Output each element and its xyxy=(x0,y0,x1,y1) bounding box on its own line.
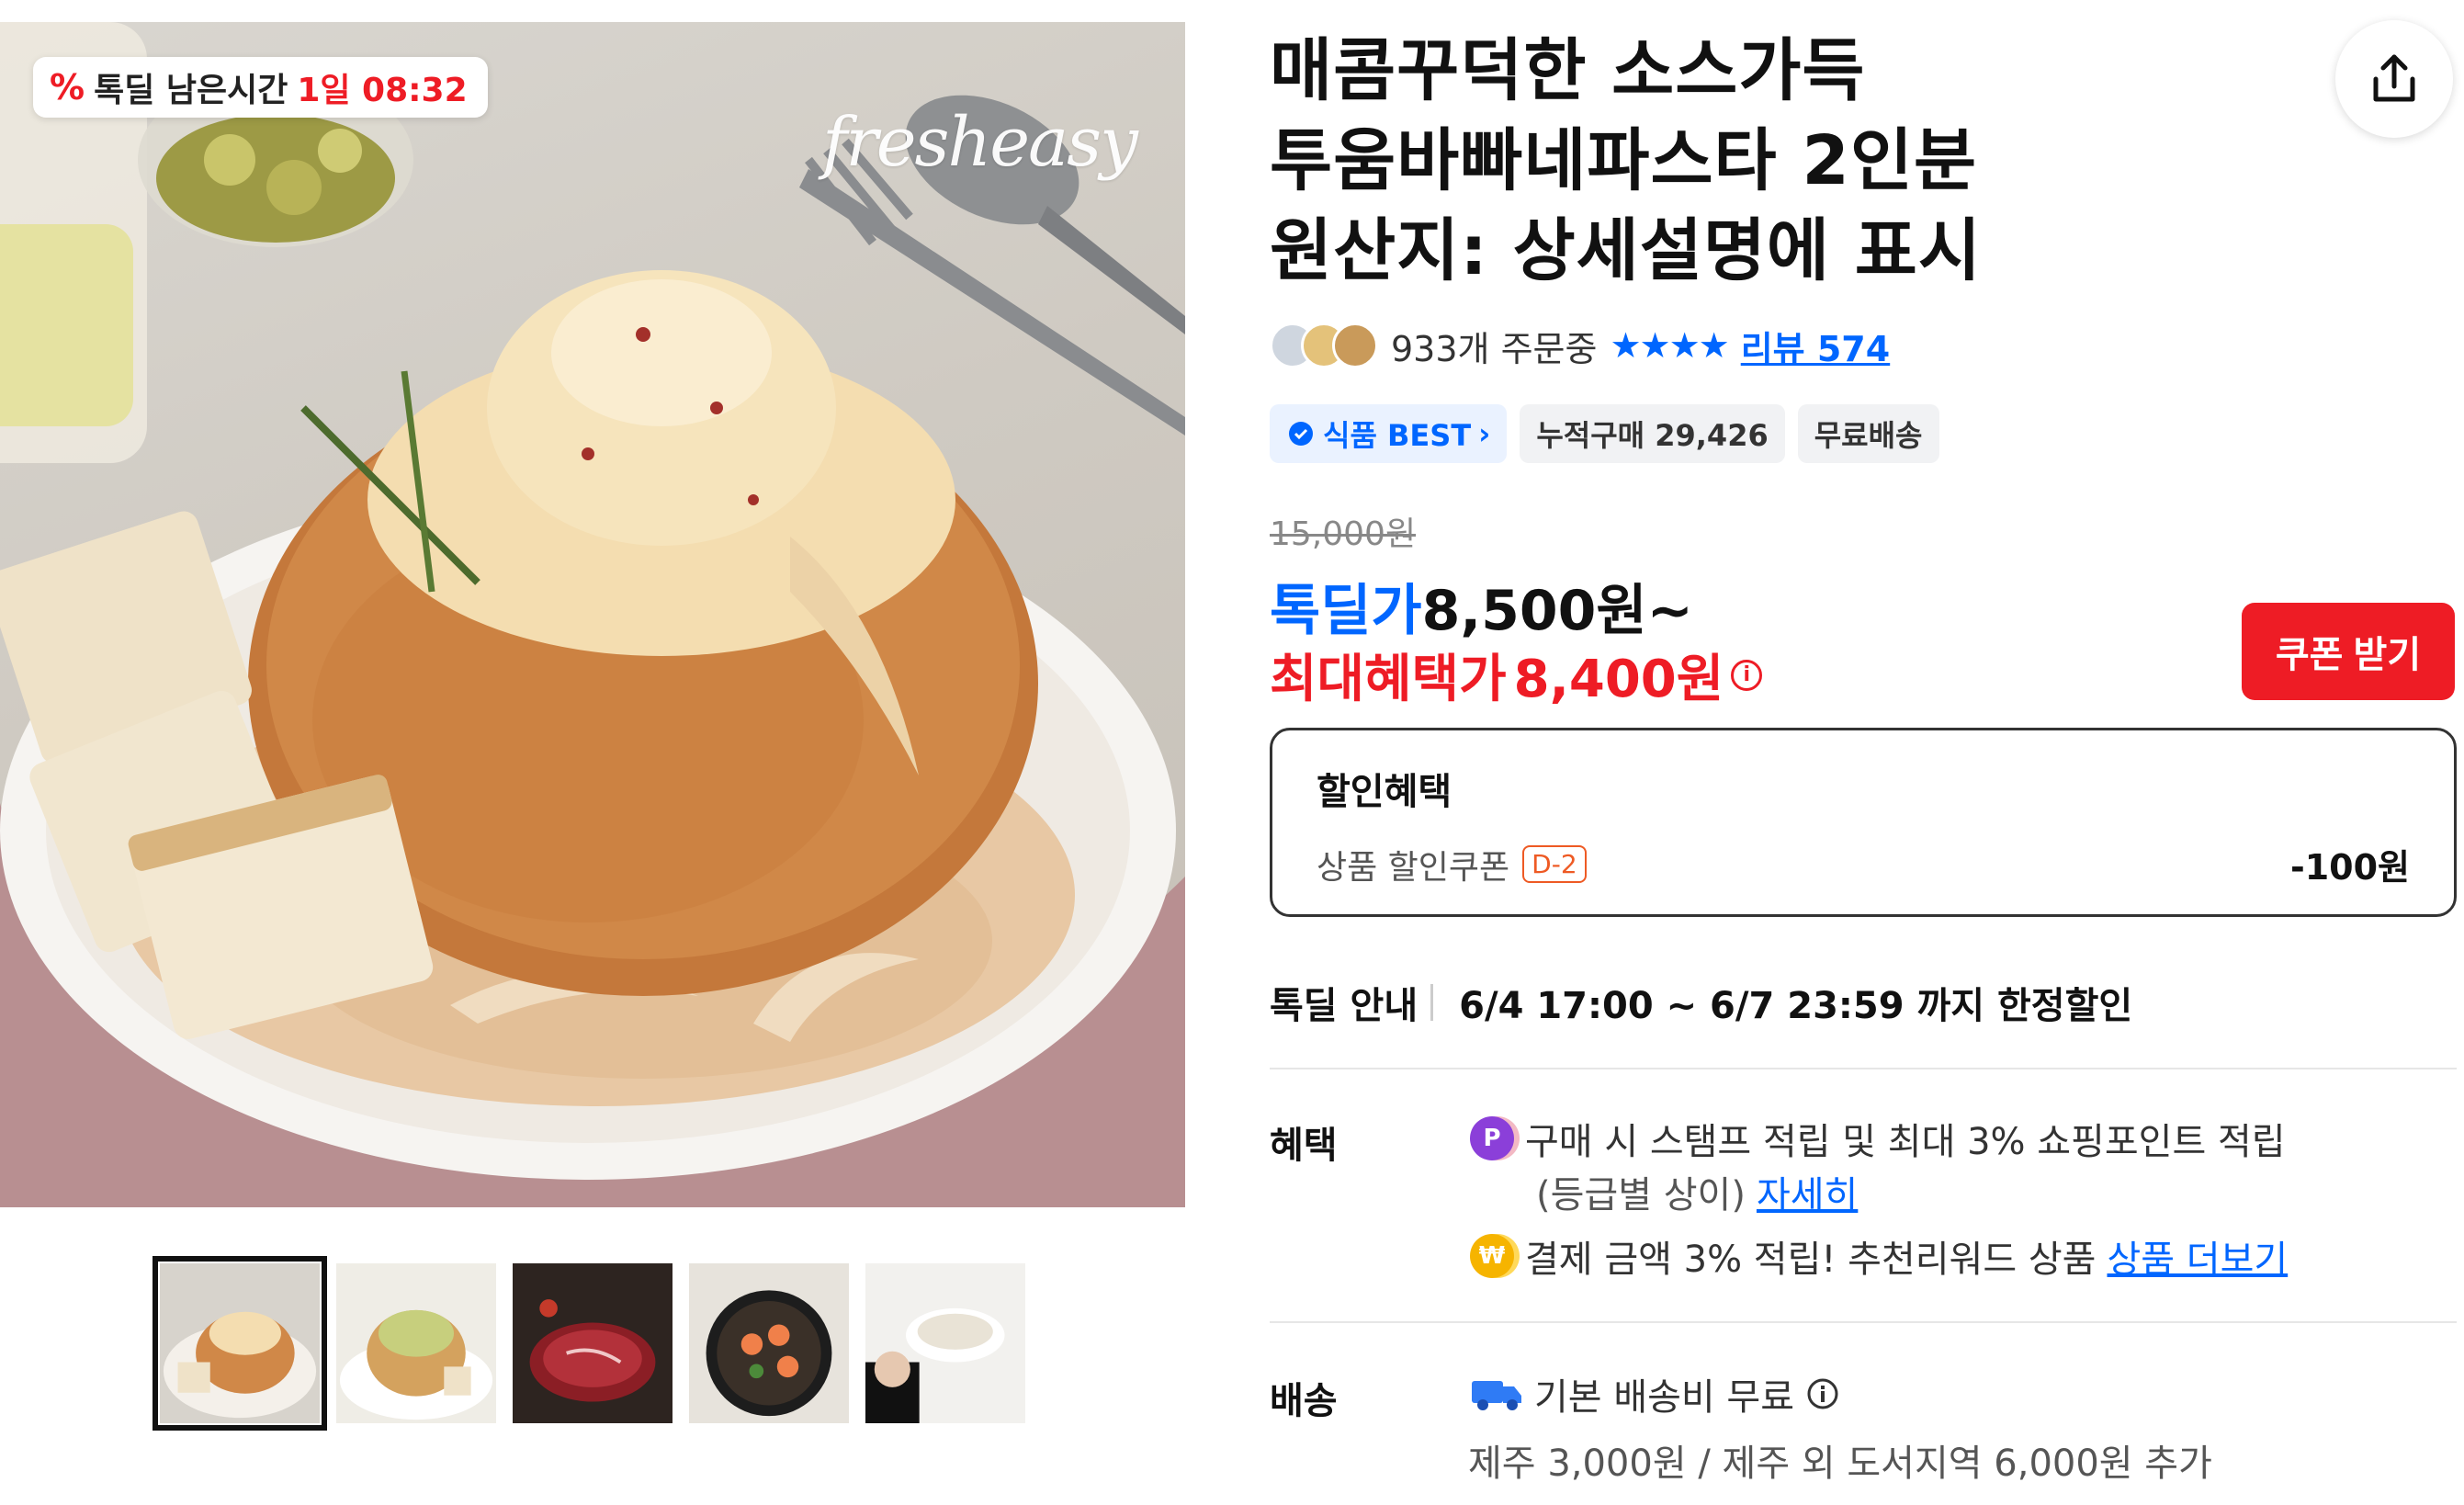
best-chip-label: 식품 BEST xyxy=(1323,418,1472,453)
free-shipping-chip: 무료배송 xyxy=(1797,404,1939,463)
deal-price-label: 톡딜가 xyxy=(1270,579,1422,643)
shipping-section-label: 배송 xyxy=(1270,1380,1338,1422)
shipping-fee-line: 기본 배송비 무료 xyxy=(1470,1367,1840,1420)
benefit-reward-line: ₩ 결제 금액 3% 적립! 추천리워드 상품 상품 더보기 xyxy=(1470,1229,2288,1283)
truck-icon xyxy=(1472,1381,1521,1410)
review-link[interactable]: 리뷰 574 xyxy=(1741,321,1890,371)
discount-coupon-row: 상품 할인쿠폰 D-2 -100원 xyxy=(1317,839,2410,889)
max-benefit-price-row: 최대혜택가 8,400원 i xyxy=(1270,638,1763,712)
deal-timer-value: 1일 08:32 xyxy=(297,72,468,109)
benefit-grade-text: (등급별 상이) xyxy=(1536,1174,1746,1216)
deal-timer-label: 톡딜 남은시간 xyxy=(94,72,288,109)
info-icon[interactable]: i xyxy=(1731,659,1763,691)
deal-price-value: 8,500원~ xyxy=(1421,579,1693,643)
info-icon[interactable] xyxy=(1805,1376,1840,1411)
discount-coupon-label: 상품 할인쿠폰 xyxy=(1317,848,1510,887)
brand-logo: fresheasy xyxy=(822,103,1138,182)
thumbnail-2[interactable] xyxy=(334,1262,498,1425)
chevron-right-icon: › xyxy=(1478,416,1491,451)
star-rating-icon: ★★★★ xyxy=(1610,325,1729,366)
dday-badge: D-2 xyxy=(1522,845,1587,883)
thumbnail-4[interactable] xyxy=(687,1262,851,1425)
discount-heading: 할인혜택 xyxy=(1317,771,1452,813)
thumbnail-strip xyxy=(153,1256,1027,1431)
discount-benefit-box: 할인혜택 상품 할인쿠폰 D-2 -100원 xyxy=(1270,728,2457,917)
won-coin-icon: ₩ xyxy=(1470,1234,1514,1278)
badge-icon xyxy=(1289,422,1313,446)
order-count: 933개 주문중 xyxy=(1391,328,1598,369)
thumbnail-1[interactable] xyxy=(153,1256,327,1431)
share-icon xyxy=(2373,54,2415,102)
deal-timer-badge: % 톡딜 남은시간 1일 08:32 xyxy=(33,57,488,118)
discount-amount: -100원 xyxy=(2289,847,2410,888)
section-divider xyxy=(1270,1321,2457,1323)
shipping-extra-line: 제주 3,000원 / 제주 외 도서지역 6,000원 추가 xyxy=(1468,1433,2212,1487)
thumbnail-3[interactable] xyxy=(511,1262,674,1425)
benefit-section-label: 혜택 xyxy=(1270,1125,1338,1167)
product-title-line-1: 매콤꾸덕한 소스가득 xyxy=(1270,31,1866,110)
product-title-line-3: 원산지: 상세설명에 표시 xyxy=(1270,211,1982,290)
deal-info-row: 톡딜 안내 6/4 17:00 ~ 6/7 23:59 까지 한정할인 xyxy=(1270,976,2132,1029)
shipping-extra-text: 제주 3,000원 / 제주 외 도서지역 6,000원 추가 xyxy=(1468,1443,2212,1485)
best-category-chip[interactable]: 식품 BEST › xyxy=(1270,404,1508,463)
benefit-stamp-text: 구매 시 스탬프 적립 및 최대 3% 쇼핑포인트 적립 xyxy=(1525,1121,2286,1163)
product-title: 매콤꾸덕한 소스가득 투움바빠네파스타 2인분 원산지: 상세설명에 표시 xyxy=(1270,26,2280,296)
benefit-grade-line: (등급별 상이) 자세히 xyxy=(1536,1165,1858,1218)
get-coupon-button[interactable]: 쿠폰 받기 xyxy=(2242,603,2455,700)
product-title-line-2: 투움바빠네파스타 2인분 xyxy=(1270,121,1978,200)
cumulative-purchase-label: 누적구매 29,426 xyxy=(1536,418,1769,453)
max-benefit-value: 8,400원 xyxy=(1513,650,1724,709)
shipping-fee-text: 기본 배송비 무료 xyxy=(1534,1376,1795,1419)
percent-icon: % xyxy=(50,67,85,108)
order-review-row: 933개 주문중 ★★★★ 리뷰 574 xyxy=(1270,320,1890,371)
benefit-reward-text: 결제 금액 3% 적립! 추천리워드 상품 xyxy=(1525,1239,2097,1281)
pasta-photo xyxy=(0,22,1185,1207)
point-icon: P xyxy=(1470,1116,1514,1160)
divider xyxy=(1430,984,1434,1021)
deal-info-label: 톡딜 안내 xyxy=(1270,985,1418,1027)
brand-logo-part2: easy xyxy=(989,103,1138,182)
deal-info-text: 6/4 17:00 ~ 6/7 23:59 까지 한정할인 xyxy=(1459,985,2133,1027)
brand-logo-part1: fresh xyxy=(822,103,991,182)
original-price: 15,000원 xyxy=(1270,515,1417,553)
details-link[interactable]: 자세히 xyxy=(1757,1165,1858,1218)
deal-price-row: 톡딜가8,500원~ xyxy=(1270,566,1693,646)
avatar xyxy=(1332,322,1378,368)
product-chips: 식품 BEST › 누적구매 29,426 무료배송 xyxy=(1270,404,1939,463)
more-products-link[interactable]: 상품 더보기 xyxy=(2107,1229,2288,1283)
product-main-image: % 톡딜 남은시간 1일 08:32 fresheasy xyxy=(0,22,1185,1207)
free-shipping-label: 무료배송 xyxy=(1814,418,1923,453)
benefit-stamp-line: P 구매 시 스탬프 적립 및 최대 3% 쇼핑포인트 적립 xyxy=(1470,1112,2286,1165)
buyer-avatars xyxy=(1270,322,1378,368)
max-benefit-label: 최대혜택가 xyxy=(1270,650,1507,709)
section-divider xyxy=(1270,1068,2457,1069)
thumbnail-5[interactable] xyxy=(864,1262,1027,1425)
share-button[interactable] xyxy=(2335,20,2453,138)
cumulative-purchase-chip: 누적구매 29,426 xyxy=(1520,404,1785,463)
product-detail-panel: 매콤꾸덕한 소스가득 투움바빠네파스타 2인분 원산지: 상세설명에 표시 93… xyxy=(1270,0,2464,1505)
